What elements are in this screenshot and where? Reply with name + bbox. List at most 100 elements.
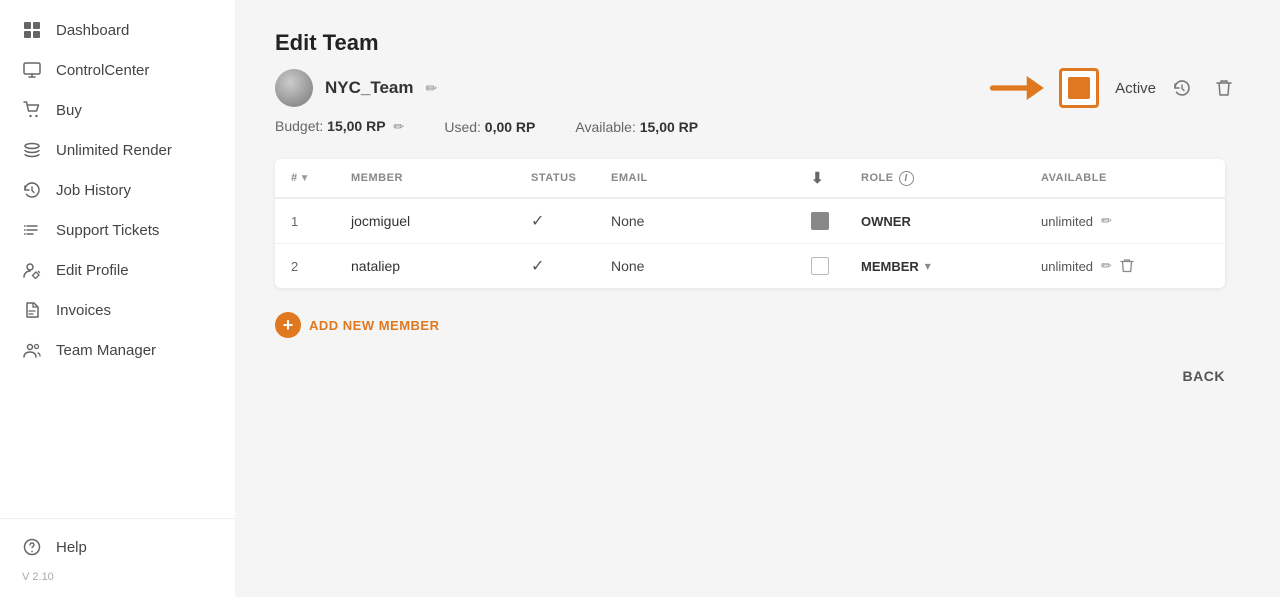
main-content: Edit Team NYC_Team ✏ Active	[235, 0, 1280, 597]
header-right: Active	[989, 68, 1240, 108]
list-icon	[22, 220, 42, 240]
sidebar-item-control-center[interactable]: ControlCenter	[0, 50, 235, 90]
th-status: STATUS	[531, 172, 611, 184]
row-2-role: MEMBER ▾	[861, 259, 1041, 274]
table-header: # ▼ MEMBER STATUS EMAIL ⬇ ROLE i AVAILAB…	[275, 159, 1225, 199]
available-value: 15,00 RP	[640, 119, 698, 135]
th-member: MEMBER	[351, 172, 531, 184]
sidebar-label-edit-profile: Edit Profile	[56, 262, 129, 279]
color-swatch-empty	[811, 257, 829, 275]
row-1-num: 1	[291, 214, 351, 229]
user-edit-icon	[22, 260, 42, 280]
th-role: ROLE i	[861, 171, 1041, 186]
row-1-status: ✓	[531, 211, 611, 231]
sidebar-item-edit-profile[interactable]: Edit Profile	[0, 250, 235, 290]
team-header: NYC_Team ✏ Active	[275, 68, 1240, 108]
add-member-button[interactable]: + ADD NEW MEMBER	[275, 312, 1240, 338]
layers-icon	[22, 140, 42, 160]
sidebar-item-team-manager[interactable]: Team Manager	[0, 330, 235, 370]
table-row: 2 nataliep ✓ None MEMBER ▾ unlimited ✏	[275, 244, 1225, 288]
sidebar-item-dashboard[interactable]: Dashboard	[0, 10, 235, 50]
delete-team-button[interactable]	[1208, 72, 1240, 104]
budget-label: Budget:	[275, 118, 323, 134]
sidebar-item-help[interactable]: Help	[0, 527, 235, 567]
sidebar-label-team-manager: Team Manager	[56, 342, 156, 359]
row-2-edit-icon[interactable]: ✏	[1101, 258, 1112, 274]
sort-arrow-icon: ▼	[300, 173, 310, 184]
th-available: AVAILABLE	[1041, 172, 1221, 184]
row-2-status: ✓	[531, 256, 611, 276]
active-toggle-inner	[1068, 77, 1090, 99]
color-swatch-filled	[811, 212, 829, 230]
used-label: Used:	[444, 119, 481, 135]
check-icon: ✓	[531, 258, 544, 275]
row-1-email: None	[611, 213, 811, 229]
row-2-delete-icon[interactable]	[1120, 258, 1134, 274]
sidebar-item-buy[interactable]: Buy	[0, 90, 235, 130]
used-value: 0,00 RP	[485, 119, 536, 135]
budget-value: 15,00 RP	[327, 118, 385, 134]
row-2-available: unlimited ✏	[1041, 258, 1221, 274]
active-label: Active	[1115, 80, 1156, 97]
app-version: V 2.10	[0, 567, 235, 587]
available-label: Available:	[575, 119, 635, 135]
sidebar-item-invoices[interactable]: Invoices	[0, 290, 235, 330]
sidebar: Dashboard ControlCenter Buy	[0, 0, 235, 597]
row-2-download[interactable]	[811, 257, 861, 275]
team-avatar	[275, 69, 313, 107]
row-1-edit-icon[interactable]: ✏	[1101, 213, 1112, 229]
sidebar-label-invoices: Invoices	[56, 302, 111, 319]
cart-icon	[22, 100, 42, 120]
add-circle-icon: +	[275, 312, 301, 338]
budget-row: Budget: 15,00 RP ✏ Used: 0,00 RP Availab…	[275, 118, 1240, 135]
row-1-download[interactable]	[811, 212, 861, 230]
row-1-member: jocmiguel	[351, 213, 531, 229]
th-email: EMAIL	[611, 172, 811, 184]
back-button[interactable]: BACK	[1183, 368, 1225, 384]
active-toggle-button[interactable]	[1059, 68, 1099, 108]
members-table: # ▼ MEMBER STATUS EMAIL ⬇ ROLE i AVAILAB…	[275, 159, 1225, 288]
help-circle-icon	[22, 537, 42, 557]
budget-edit-icon[interactable]: ✏	[393, 119, 404, 134]
sidebar-item-job-history[interactable]: Job History	[0, 170, 235, 210]
sidebar-label-job-history: Job History	[56, 182, 131, 199]
team-name-edit-icon[interactable]: ✏	[426, 80, 438, 97]
role-info-icon[interactable]: i	[899, 171, 914, 186]
sidebar-label-dashboard: Dashboard	[56, 22, 129, 39]
sidebar-label-unlimited-render: Unlimited Render	[56, 142, 172, 159]
page-title: Edit Team	[275, 30, 1240, 56]
row-2-num: 2	[291, 259, 351, 274]
history-button[interactable]	[1166, 72, 1198, 104]
add-member-label: ADD NEW MEMBER	[309, 318, 440, 333]
sidebar-item-unlimited-render[interactable]: Unlimited Render	[0, 130, 235, 170]
users-icon	[22, 340, 42, 360]
th-download[interactable]: ⬇	[811, 169, 861, 187]
grid-icon	[22, 20, 42, 40]
orange-arrow-icon	[989, 70, 1049, 106]
row-2-email: None	[611, 258, 811, 274]
th-number[interactable]: # ▼	[291, 172, 351, 184]
sidebar-label-help: Help	[56, 539, 87, 556]
history-icon	[22, 180, 42, 200]
file-icon	[22, 300, 42, 320]
history-btn-icon	[1173, 79, 1191, 97]
check-icon: ✓	[531, 213, 544, 230]
sidebar-label-buy: Buy	[56, 102, 82, 119]
download-icon: ⬇	[811, 170, 824, 187]
monitor-icon	[22, 60, 42, 80]
role-dropdown-icon[interactable]: ▾	[925, 259, 931, 273]
row-1-role: OWNER	[861, 214, 1041, 229]
available-section: Available: 15,00 RP	[575, 119, 698, 135]
arrow-annotation	[989, 70, 1049, 106]
table-row: 1 jocmiguel ✓ None OWNER unlimited ✏	[275, 199, 1225, 244]
row-1-available: unlimited ✏	[1041, 213, 1221, 229]
team-name: NYC_Team	[325, 78, 414, 98]
back-row: BACK	[275, 368, 1225, 384]
trash-icon	[1216, 79, 1232, 97]
budget-section: Budget: 15,00 RP ✏	[275, 118, 404, 135]
used-section: Used: 0,00 RP	[444, 119, 535, 135]
sidebar-label-support-tickets: Support Tickets	[56, 222, 159, 239]
row-2-member: nataliep	[351, 258, 531, 274]
sidebar-item-support-tickets[interactable]: Support Tickets	[0, 210, 235, 250]
sidebar-label-control-center: ControlCenter	[56, 62, 149, 79]
